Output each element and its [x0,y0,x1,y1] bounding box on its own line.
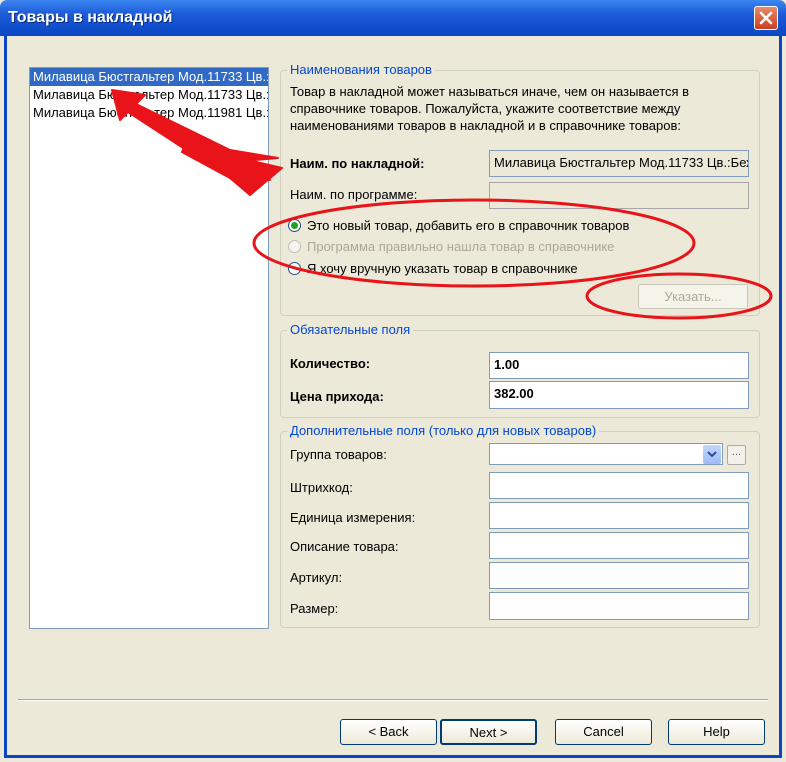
program-name-field[interactable] [489,182,749,209]
price-field[interactable]: 382.00 [489,381,749,409]
radio-found-item-label: Программа правильно нашла товар в справо… [307,238,615,254]
radio-found-item[interactable]: Программа правильно нашла товар в справо… [288,237,614,255]
quantity-value: 1.00 [494,357,520,372]
next-button[interactable]: Next > [440,719,537,745]
browse-group-button[interactable]: ... [727,445,746,465]
description-label: Описание товара: [290,539,399,554]
radio-new-item-label: Это новый товар, добавить его в справочн… [307,217,630,233]
names-group-title: Наименования товаров [287,62,435,77]
invoice-name-field[interactable]: Милавица Бюстгальтер Мод.11733 Цв.:Бежев… [489,150,749,177]
radio-checked-icon [288,218,301,232]
radio-new-item[interactable]: Это новый товар, добавить его в справочн… [288,216,629,234]
title-bar: Товары в накладной [0,0,786,36]
program-name-label: Наим. по программе: [290,187,418,202]
list-item[interactable]: Милавица Бюстгальтер Мод.11733 Цв.:Бежев… [30,68,268,86]
price-value: 382.00 [494,386,534,401]
size-label: Размер: [290,601,339,616]
invoice-name-label: Наим. по накладной: [290,156,425,171]
chevron-down-icon [707,451,717,458]
radio-manual-item-label: Я хочу вручную указать товар в справочни… [307,260,578,276]
required-group-title: Обязательные поля [287,322,414,337]
specify-button[interactable]: Указать... [638,284,748,309]
cancel-button[interactable]: Cancel [555,719,652,745]
list-item[interactable]: Милавица Бюстгальтер Мод.11981 Цв.:Белый [30,104,268,122]
list-item[interactable]: Милавица Бюстгальтер Мод.11733 Цв.:Черны… [30,86,268,104]
radio-unchecked-icon [288,261,301,275]
price-label: Цена прихода: [290,389,384,404]
back-button[interactable]: < Back [340,719,437,745]
invoice-name-value: Милавица Бюстгальтер Мод.11733 Цв.:Бежев… [494,155,748,170]
close-icon [759,11,773,25]
barcode-field[interactable] [489,472,749,499]
radio-disabled-icon [288,239,301,253]
radio-manual-item[interactable]: Я хочу вручную указать товар в справочни… [288,259,578,277]
sku-field[interactable] [489,562,749,589]
extra-group-title: Дополнительные поля (только для новых то… [287,423,600,438]
quantity-label: Количество: [290,356,371,371]
size-field[interactable] [489,592,749,620]
names-description: Товар в накладной может называться иначе… [290,84,690,133]
barcode-label: Штрихкод: [290,480,353,495]
dropdown-arrow[interactable] [703,445,721,464]
sku-label: Артикул: [290,570,343,585]
invoice-items-list[interactable]: Милавица Бюстгальтер Мод.11733 Цв.:Бежев… [29,67,269,629]
window-title: Товары в накладной [8,9,173,26]
product-group-select[interactable] [489,443,723,465]
footer-separator [18,699,768,701]
description-field[interactable] [489,532,749,559]
product-group-label: Группа товаров: [290,447,387,462]
close-button[interactable] [754,6,778,30]
quantity-field[interactable]: 1.00 [489,352,749,379]
help-button[interactable]: Help [668,719,765,745]
unit-field[interactable] [489,502,749,529]
unit-label: Единица измерения: [290,510,416,525]
